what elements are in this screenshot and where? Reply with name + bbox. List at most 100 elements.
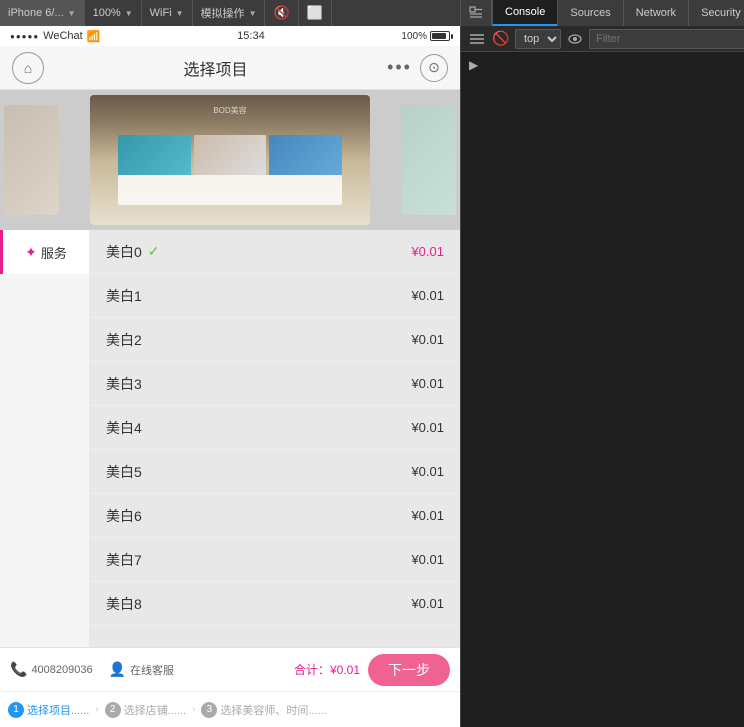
tab-console[interactable]: Console — [492, 0, 557, 26]
step-1[interactable]: 1 选择项目...... — [8, 702, 89, 718]
tab-security[interactable]: Security — [688, 0, 744, 26]
total-value: ¥0.01 — [330, 663, 360, 677]
sidebar-item-label: 服务 — [41, 243, 67, 262]
step-num-1: 1 — [8, 702, 24, 718]
service-name-7: 美白7 — [106, 550, 142, 570]
tab-sources[interactable]: Sources — [557, 0, 622, 26]
more-button[interactable]: ••• — [387, 57, 412, 78]
signal-dots: ●●●●● — [10, 32, 39, 41]
devtools-tabs: Console Sources Network Security — [492, 0, 744, 26]
clear-console-button[interactable]: 🚫 — [491, 29, 511, 49]
context-selector[interactable]: top — [515, 29, 561, 49]
inspect-button[interactable] — [460, 0, 492, 26]
wifi-icon: 📶 — [87, 30, 101, 43]
device-label: iPhone 6/... — [8, 7, 64, 19]
eye-icon — [568, 34, 582, 44]
service-row[interactable]: 美白6 ¥0.01 — [90, 494, 460, 538]
tab-network[interactable]: Network — [623, 0, 688, 26]
console-toolbar: 🚫 top — [461, 26, 744, 52]
eye-button[interactable] — [565, 29, 585, 49]
service-row[interactable]: 美白7 ¥0.01 — [90, 538, 460, 582]
carousel-side-right — [401, 105, 456, 215]
home-icon: ⌂ — [24, 60, 32, 76]
step-sep-2: › — [192, 704, 195, 715]
service-row[interactable]: 美白3 ¥0.01 — [90, 362, 460, 406]
service-name-4: 美白4 — [106, 418, 142, 438]
action-selector[interactable]: 模拟操作 ▼ — [193, 0, 266, 26]
zoom-selector[interactable]: 100% ▼ — [85, 0, 142, 26]
store-screens — [118, 135, 342, 175]
battery-pct-label: 100% — [401, 31, 427, 42]
phone-icon: 📞 — [10, 661, 27, 678]
page-title: 选择项目 — [184, 56, 248, 80]
step-2[interactable]: 2 选择店铺...... — [105, 702, 186, 718]
fuwu-icon: ✦ — [25, 244, 37, 261]
service-name-3: 美白3 — [106, 374, 142, 394]
status-bar: ●●●●● WeChat 📶 15:34 100% — [0, 26, 460, 46]
time-label: 15:34 — [237, 30, 265, 42]
service-row[interactable]: 美白1 ¥0.01 — [90, 274, 460, 318]
device-chevron-icon: ▼ — [68, 9, 76, 18]
fullscreen-button[interactable]: ⬜ — [299, 0, 332, 26]
carrier-label: WeChat — [43, 30, 83, 42]
sidebar-item-fuwu[interactable]: ✦ 服务 — [0, 230, 89, 274]
console-content: ▶ — [461, 52, 744, 727]
step-sep-1: › — [95, 704, 98, 715]
network-label: WiFi — [150, 7, 172, 19]
step-num-2: 2 — [105, 702, 121, 718]
carousel[interactable]: BOD美容 — [0, 90, 460, 230]
phone-contact[interactable]: 📞 4008209036 — [10, 661, 93, 678]
service-name-6: 美白6 — [106, 506, 142, 526]
service-label: 在线客服 — [130, 662, 174, 678]
services-sidebar: ✦ 服务 — [0, 230, 90, 647]
record-button[interactable]: ⊙ — [420, 54, 448, 82]
toggle-drawer-button[interactable] — [467, 29, 487, 49]
carousel-side-left — [4, 105, 59, 215]
mute-button[interactable]: 🔇 — [265, 0, 298, 26]
step-num-3: 3 — [201, 702, 217, 718]
store-logo: BOD美容 — [213, 105, 246, 116]
action-label: 模拟操作 — [201, 5, 245, 21]
service-price-5: ¥0.01 — [411, 464, 444, 479]
inspect-icon — [469, 6, 483, 20]
zoom-chevron-icon: ▼ — [125, 9, 133, 18]
devtools-panel: 🚫 top ▶ — [460, 26, 744, 727]
service-price-3: ¥0.01 — [411, 376, 444, 391]
bottom-action-bar: 📞 4008209036 👤 在线客服 合计：¥0.01 下一步 — [0, 647, 460, 691]
console-arrow[interactable]: ▶ — [469, 58, 478, 72]
service-row[interactable]: 美白8 ¥0.01 — [90, 582, 460, 626]
step-label-3: 选择美容师、时间...... — [220, 702, 326, 718]
service-price-8: ¥0.01 — [411, 596, 444, 611]
store-screen-2 — [194, 135, 267, 175]
check-icon-0: ✓ — [148, 243, 160, 260]
services-list: 美白0 ✓ ¥0.01 美白1 ¥0.01 美白2 ¥0.01 — [90, 230, 460, 647]
record-icon: ⊙ — [428, 59, 440, 76]
step-3[interactable]: 3 选择美容师、时间...... — [201, 702, 326, 718]
carousel-main: BOD美容 — [90, 95, 370, 225]
service-price-0: ¥0.01 — [411, 244, 444, 259]
drawer-icon — [470, 33, 484, 45]
step-label-2: 选择店铺...... — [124, 702, 186, 718]
service-row[interactable]: 美白2 ¥0.01 — [90, 318, 460, 362]
nav-bar: ⌂ 选择项目 ••• ⊙ — [0, 46, 460, 90]
device-toolbar: iPhone 6/... ▼ 100% ▼ WiFi ▼ 模拟操作 ▼ 🔇 ⬜ — [0, 0, 460, 26]
step-bar: 1 选择项目...... › 2 选择店铺...... › 3 选择美容师、时间… — [0, 691, 460, 727]
store-screen-3 — [269, 135, 342, 175]
next-button[interactable]: 下一步 — [368, 654, 450, 686]
store-counter — [118, 175, 342, 205]
service-row[interactable]: 美白4 ¥0.01 — [90, 406, 460, 450]
service-icon: 👤 — [109, 661, 126, 678]
device-selector[interactable]: iPhone 6/... ▼ — [0, 0, 85, 26]
network-selector[interactable]: WiFi ▼ — [142, 0, 193, 26]
order-total: 合计：¥0.01 — [294, 661, 360, 678]
service-price-2: ¥0.01 — [411, 332, 444, 347]
service-row[interactable]: 美白5 ¥0.01 — [90, 450, 460, 494]
service-name-8: 美白8 — [106, 594, 142, 614]
home-button[interactable]: ⌂ — [12, 52, 44, 84]
online-service[interactable]: 👤 在线客服 — [109, 661, 174, 678]
service-name-2: 美白2 — [106, 330, 142, 350]
service-name-1: 美白1 — [106, 286, 142, 306]
filter-input[interactable] — [589, 29, 744, 49]
service-row[interactable]: 美白0 ✓ ¥0.01 — [90, 230, 460, 274]
service-price-4: ¥0.01 — [411, 420, 444, 435]
